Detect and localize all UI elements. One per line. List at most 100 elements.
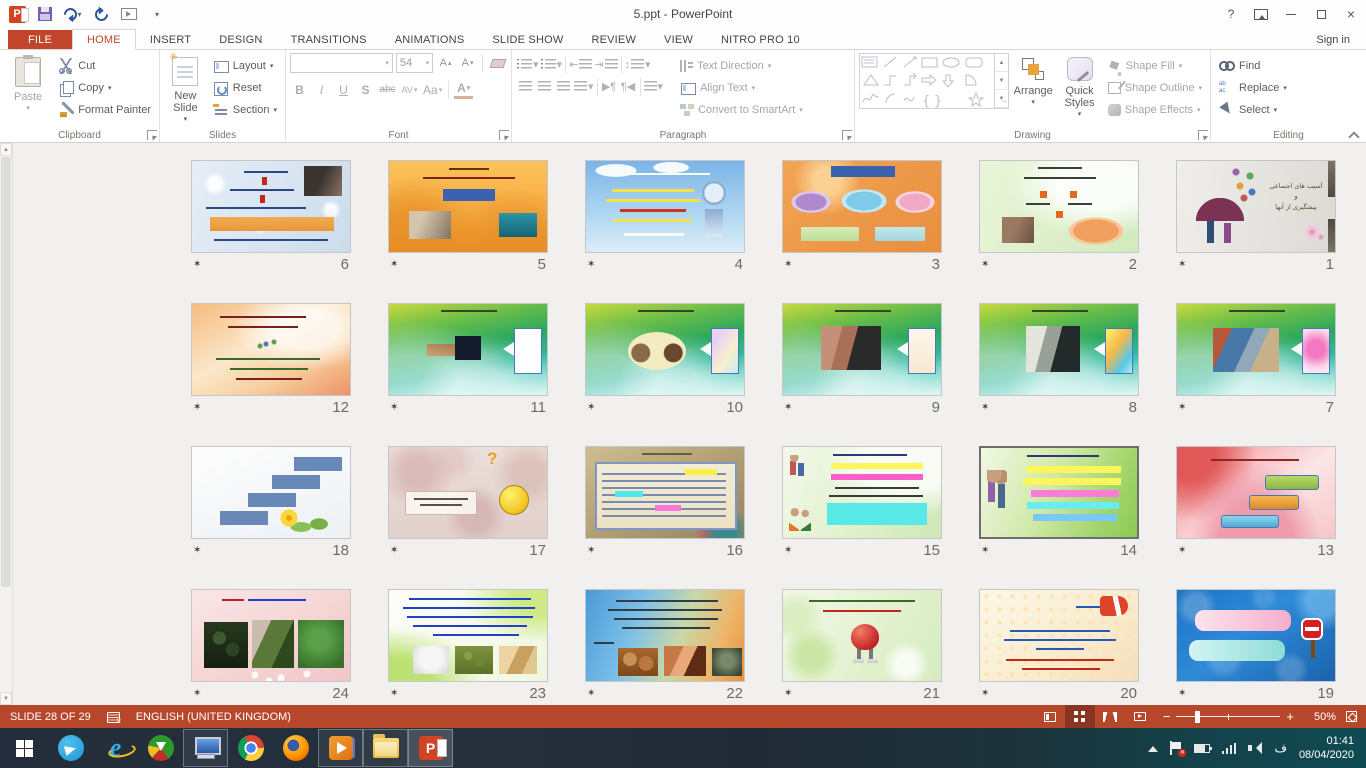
- copy-button[interactable]: Copy▾: [54, 77, 155, 98]
- animation-star-icon[interactable]: ✶: [1178, 688, 1186, 699]
- slide-thumbnail[interactable]: [191, 446, 351, 539]
- animation-star-icon[interactable]: ✶: [193, 402, 201, 413]
- slide-thumbnail[interactable]: [388, 303, 548, 396]
- slide-thumbnail[interactable]: [388, 160, 548, 253]
- slide-thumbnail[interactable]: [191, 589, 351, 682]
- animation-star-icon[interactable]: ✶: [981, 402, 989, 413]
- sign-in-link[interactable]: Sign in: [1300, 30, 1366, 49]
- align-text-button[interactable]: Align Text▾: [676, 77, 807, 98]
- convert-smartart-button[interactable]: Convert to SmartArt▾: [676, 99, 807, 120]
- increase-font-size-button[interactable]: A▴: [436, 54, 455, 73]
- animation-star-icon[interactable]: ✶: [587, 259, 595, 270]
- quick-styles-button[interactable]: Quick Styles▾: [1057, 53, 1101, 126]
- slide-thumbnail[interactable]: [191, 160, 351, 253]
- slide-sorter-view-button[interactable]: [1065, 705, 1095, 728]
- columns-button[interactable]: ▾: [643, 77, 665, 96]
- animation-star-icon[interactable]: ✶: [390, 259, 398, 270]
- scroll-up-arrow[interactable]: ▲: [0, 143, 12, 156]
- zoom-slider[interactable]: [1176, 711, 1280, 723]
- slide-thumbnail[interactable]: [388, 589, 548, 682]
- layout-button[interactable]: Layout▾: [209, 55, 281, 76]
- bold-button[interactable]: B: [290, 80, 309, 99]
- taskbar-chrome[interactable]: [228, 728, 273, 768]
- paragraph-dialog-launcher[interactable]: [842, 130, 852, 140]
- tab-file[interactable]: FILE: [8, 30, 72, 49]
- right-to-left-button[interactable]: ¶◀: [619, 77, 638, 96]
- tab-home[interactable]: HOME: [72, 29, 136, 50]
- left-to-right-button[interactable]: ▶¶: [600, 77, 619, 96]
- taskbar-powerpoint[interactable]: P: [408, 729, 453, 767]
- volume-icon[interactable]: [1248, 742, 1262, 754]
- slideshow-view-button[interactable]: [1125, 705, 1155, 728]
- section-button[interactable]: Section▾: [209, 99, 281, 120]
- new-slide-button[interactable]: New Slide▾: [164, 53, 207, 126]
- change-case-button[interactable]: Aa▾: [422, 80, 443, 99]
- arrange-button[interactable]: Arrange▾: [1011, 53, 1055, 126]
- slide-thumbnail[interactable]: [1176, 303, 1336, 396]
- decrease-indent-button[interactable]: ⇤: [568, 55, 593, 74]
- font-name-combo[interactable]: ▾: [290, 53, 393, 73]
- slide-thumbnail[interactable]: [585, 303, 745, 396]
- text-direction-button[interactable]: Text Direction▾: [676, 55, 807, 76]
- slide-thumbnail[interactable]: [782, 303, 942, 396]
- slide-thumbnail[interactable]: [388, 446, 548, 539]
- restore-button[interactable]: [1306, 0, 1336, 28]
- animation-star-icon[interactable]: ✶: [587, 688, 595, 699]
- network-signal-icon[interactable]: [1222, 743, 1236, 754]
- taskbar-firefox[interactable]: [273, 728, 318, 768]
- slide-thumbnail[interactable]: [191, 303, 351, 396]
- animation-star-icon[interactable]: ✶: [784, 545, 792, 556]
- slide-thumbnail[interactable]: [782, 446, 942, 539]
- justify-button[interactable]: ▾: [573, 77, 595, 96]
- font-size-combo[interactable]: 54▾: [396, 53, 433, 73]
- animation-star-icon[interactable]: ✶: [1178, 545, 1186, 556]
- slide-thumbnail[interactable]: [782, 160, 942, 253]
- help-button[interactable]: ?: [1216, 0, 1246, 28]
- customize-qat-button[interactable]: ▾: [148, 4, 166, 24]
- tab-review[interactable]: REVIEW: [577, 30, 650, 49]
- slide-thumbnail[interactable]: [585, 160, 745, 253]
- zoom-in-button[interactable]: +: [1286, 710, 1294, 723]
- reading-view-button[interactable]: [1095, 705, 1125, 728]
- action-center-flag-icon[interactable]: ✕: [1170, 741, 1182, 755]
- bullets-button[interactable]: ▾: [516, 55, 540, 74]
- numbering-button[interactable]: ▾: [540, 55, 564, 74]
- clear-formatting-button[interactable]: [488, 54, 507, 73]
- taskbar-remote-desktop[interactable]: [183, 729, 228, 767]
- font-color-button[interactable]: A▾: [454, 80, 473, 99]
- language-indicator[interactable]: ENGLISH (UNITED KINGDOM): [136, 711, 291, 723]
- paste-button[interactable]: Paste▾: [4, 53, 52, 126]
- animation-star-icon[interactable]: ✶: [390, 402, 398, 413]
- italic-button[interactable]: I: [312, 80, 331, 99]
- slide-thumbnail[interactable]: [782, 589, 942, 682]
- slide-thumbnail[interactable]: آسیب های اجتماعی و پیشگیری از آنها: [1176, 160, 1336, 253]
- character-spacing-button[interactable]: AV▾: [400, 80, 419, 99]
- scroll-down-arrow[interactable]: ▼: [0, 692, 12, 705]
- animation-star-icon[interactable]: ✶: [193, 259, 201, 270]
- slide-thumbnail[interactable]: [1176, 589, 1336, 682]
- underline-button[interactable]: U: [334, 80, 353, 99]
- animation-star-icon[interactable]: ✶: [981, 688, 989, 699]
- text-shadow-button[interactable]: S: [356, 80, 375, 99]
- select-button[interactable]: Select▾: [1215, 99, 1291, 120]
- tab-design[interactable]: DESIGN: [205, 30, 276, 49]
- taskbar-internet-explorer[interactable]: e: [93, 728, 138, 768]
- zoom-percentage[interactable]: 50%: [1302, 711, 1336, 723]
- replace-button[interactable]: abacReplace▾: [1215, 77, 1291, 98]
- strikethrough-button[interactable]: abc: [378, 80, 397, 99]
- animation-star-icon[interactable]: ✶: [784, 259, 792, 270]
- tab-slideshow[interactable]: SLIDE SHOW: [478, 30, 577, 49]
- cut-button[interactable]: Cut: [54, 55, 155, 76]
- slide-thumbnail[interactable]: [979, 589, 1139, 682]
- collapse-ribbon-button[interactable]: [1349, 130, 1358, 139]
- taskbar-telegram[interactable]: [48, 728, 93, 768]
- animation-star-icon[interactable]: ✶: [193, 545, 201, 556]
- font-dialog-launcher[interactable]: [499, 130, 509, 140]
- slide-thumbnail[interactable]: [979, 446, 1139, 539]
- taskbar-media-player[interactable]: [318, 729, 363, 767]
- powerpoint-app-icon[interactable]: P: [8, 4, 26, 24]
- slide-thumbnail[interactable]: [979, 303, 1139, 396]
- increase-indent-button[interactable]: ⇥: [593, 55, 618, 74]
- keyboard-language-indicator[interactable]: ف: [1274, 741, 1286, 755]
- animation-star-icon[interactable]: ✶: [784, 688, 792, 699]
